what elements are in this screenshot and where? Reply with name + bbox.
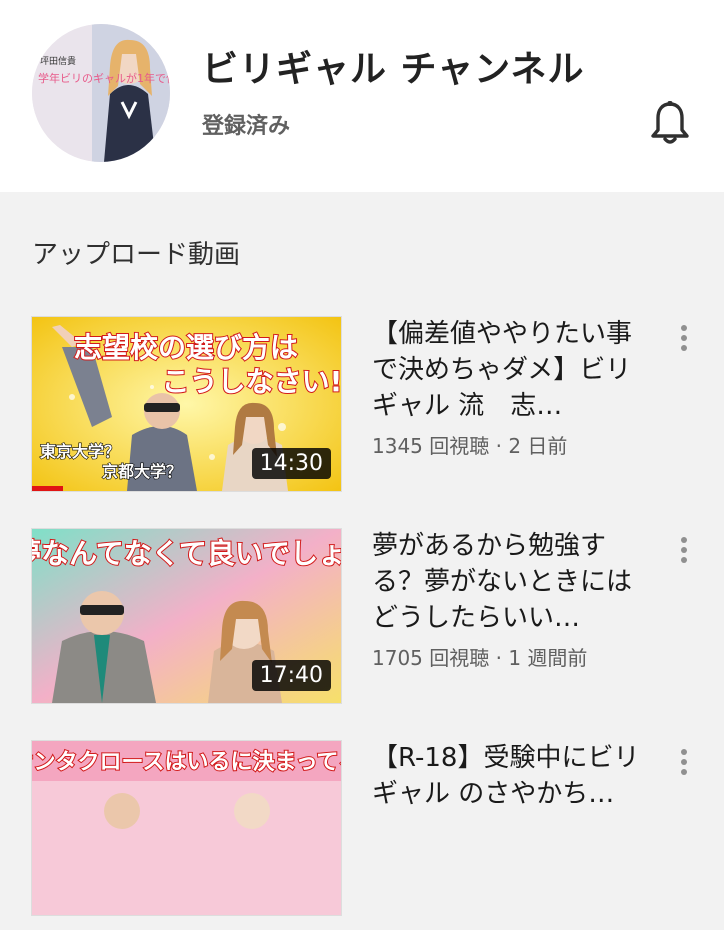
thumbnail-caption: 志望校の選び方は (74, 331, 298, 364)
video-item[interactable]: サンタクロースはいるに決まってる 【R-18】受験中にビリギャル のさやかち… (0, 740, 724, 930)
upload-age: 1 週間前 (508, 646, 588, 670)
thumbnail-caption: 夢なんてなくて良いでしょ! (32, 537, 341, 570)
avatar-image: 坪田信貴 学年ビリのギャルが1年で偏差値を40上げて慶應大学に現役合格した話 (32, 24, 170, 162)
video-title[interactable]: 【偏差値ややりたい事で決めちゃダメ】ビリギャル 流 志… (372, 316, 644, 424)
video-thumbnail[interactable]: 志望校の選び方は こうしなさい! 東京大学？ 京都大学？ 14:30 (31, 316, 342, 492)
svg-text:こうしなさい!: こうしなさい! (162, 365, 341, 398)
video-thumbnail[interactable]: サンタクロースはいるに決まってる (31, 740, 342, 916)
avatar-book-text: 学年ビリのギャルが1年で偏差値を40上げて慶應大学に現役合格した話 (38, 71, 170, 85)
video-title[interactable]: 夢があるから勉強する？夢がないときにはどうしたらいい… (372, 528, 644, 636)
channel-header: 坪田信貴 学年ビリのギャルが1年で偏差値を40上げて慶應大学に現役合格した話 ビ… (0, 0, 724, 192)
video-duration: 17:40 (251, 660, 331, 691)
view-count: 1705 回視聴 (372, 646, 490, 670)
thumbnail-tag: 京都大学？ (102, 462, 182, 481)
meta-separator: · (489, 434, 509, 458)
more-options-icon[interactable] (672, 746, 696, 786)
more-options-icon[interactable] (672, 534, 696, 574)
video-item[interactable]: 夢なんてなくて良いでしょ! 17:40 夢があるから勉強する？夢がないときにはど… (0, 528, 724, 718)
subscription-status[interactable]: 登録済み (202, 108, 290, 140)
video-meta: 1705 回視聴 · 1 週間前 (372, 642, 587, 671)
channel-title: ビリギャル チャンネル (202, 49, 585, 90)
video-duration: 14:30 (251, 448, 331, 479)
video-thumbnail[interactable]: 夢なんてなくて良いでしょ! 17:40 (31, 528, 342, 704)
video-meta: 1345 回視聴 · 2 日前 (372, 430, 567, 459)
upload-age: 2 日前 (508, 434, 568, 458)
notification-bell-icon[interactable] (650, 100, 690, 146)
thumbnail-tag: 東京大学？ (40, 442, 120, 461)
meta-separator: · (489, 646, 509, 670)
thumbnail-caption: サンタクロースはいるに決まってる (32, 750, 341, 775)
video-title[interactable]: 【R-18】受験中にビリギャル のさやかち… (372, 740, 644, 812)
section-title: アップロード動画 (32, 240, 241, 270)
svg-text:坪田信貴: 坪田信貴 (40, 55, 76, 67)
view-count: 1345 回視聴 (372, 434, 490, 458)
watch-progress-bar (32, 486, 63, 491)
more-options-icon[interactable] (672, 322, 696, 362)
video-item[interactable]: 志望校の選び方は こうしなさい! 東京大学？ 京都大学？ 14:30 【偏差値や… (0, 316, 724, 506)
channel-avatar[interactable]: 坪田信貴 学年ビリのギャルが1年で偏差値を40上げて慶應大学に現役合格した話 (32, 24, 170, 162)
